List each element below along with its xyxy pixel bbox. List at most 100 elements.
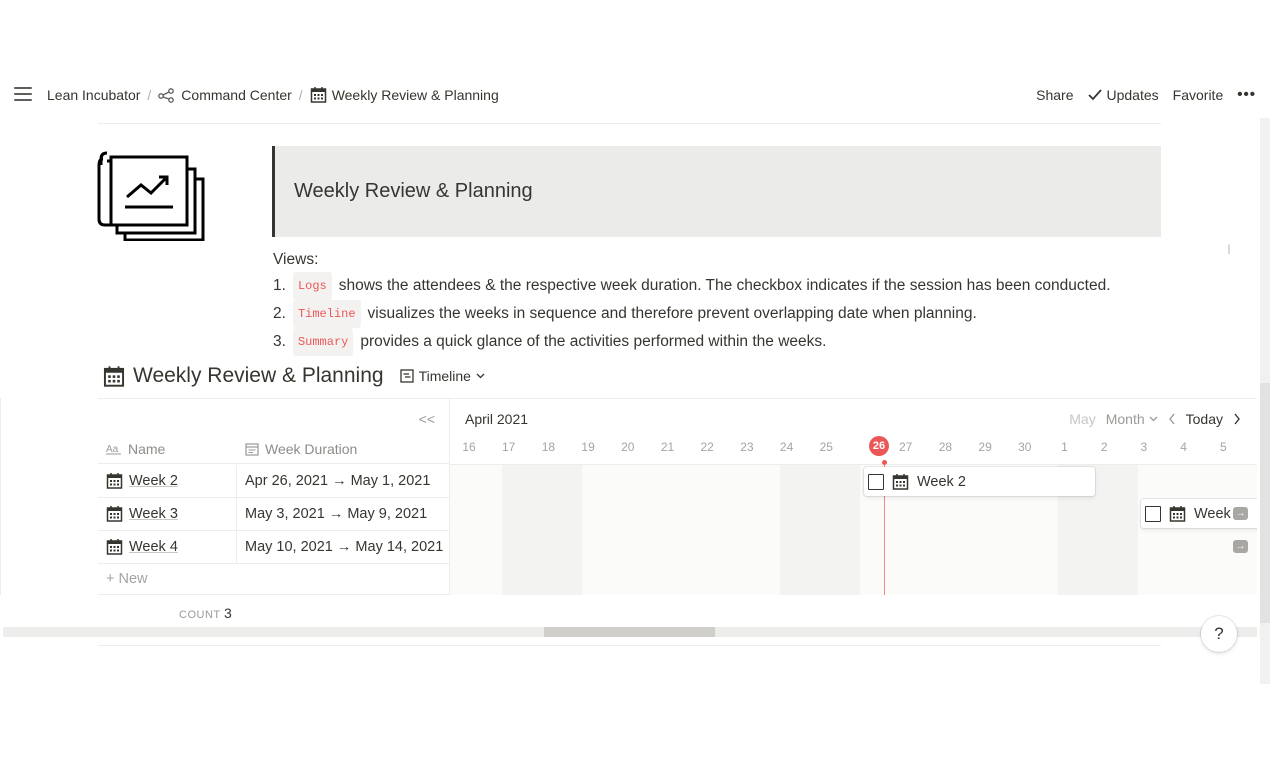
row-name-label: Week 3 (129, 505, 178, 522)
scale-selector[interactable]: Month (1106, 411, 1158, 427)
card-label: Week 2 (917, 473, 966, 490)
month-label: April 2021 (465, 411, 529, 427)
day-label: 21 (660, 440, 675, 454)
horizontal-scrollbar[interactable] (3, 627, 1257, 637)
scrollbar-thumb[interactable] (1260, 383, 1270, 623)
count-value: 3 (223, 605, 233, 621)
add-new-row-button[interactable]: + New (106, 571, 148, 587)
updates-button[interactable]: Updates (1087, 86, 1159, 103)
timeline-view-icon (399, 369, 414, 383)
breadcrumb-item-lean-incubator[interactable]: Lean Incubator (47, 87, 140, 103)
timeline-view[interactable]: April 2021 May Month Today 16 17 18 19 20 21 2… (450, 398, 1257, 595)
scale-label: Month (1105, 411, 1145, 427)
timeline-card-week-2[interactable]: Week 2 (864, 467, 1095, 496)
column-label: Week Duration (265, 441, 358, 457)
day-label: 30 (1018, 440, 1032, 454)
menu-icon[interactable] (14, 87, 32, 101)
svg-text:Aa: Aa (106, 444, 119, 455)
calendar-icon (103, 366, 125, 387)
breadcrumb-label: Lean Incubator (47, 86, 141, 103)
list-item: 2. Timeline visualizes the weeks in sequen… (273, 300, 1111, 328)
timeline-controls: May Month Today (1069, 411, 1241, 427)
day-label: 29 (978, 440, 992, 454)
analytics-document-icon (97, 151, 205, 241)
help-button[interactable]: ? (1201, 616, 1237, 652)
scrollbar-thumb[interactable] (544, 627, 715, 637)
row-duration[interactable]: May 10, 2021 → May 14, 2021 (245, 539, 443, 555)
chevron-right-icon[interactable] (1233, 413, 1241, 425)
day-label: 20 (621, 440, 635, 454)
database-title[interactable]: Weekly Review & Planning (133, 364, 384, 388)
day-label: 22 (700, 440, 714, 454)
row-name[interactable]: Week 3 (106, 505, 178, 522)
today-button[interactable]: Today (1186, 411, 1223, 427)
cell-divider (236, 498, 237, 531)
row-duration[interactable]: May 3, 2021 → May 9, 2021 (245, 506, 427, 522)
day-label: 2 (1100, 440, 1108, 454)
views-heading: Views: (273, 251, 319, 268)
text-cursor-icon: I (1227, 241, 1231, 257)
list-text: shows the attendees & the respective wee… (338, 277, 1111, 294)
day-label: 27 (899, 440, 913, 454)
breadcrumb-separator: / (147, 86, 152, 103)
calendar-icon (1169, 506, 1186, 522)
collapse-table-button[interactable]: << (419, 411, 435, 427)
column-header-duration[interactable]: Week Duration (245, 441, 357, 457)
share-button[interactable]: Share (1036, 87, 1073, 103)
view-selector[interactable]: Timeline (399, 368, 485, 384)
timeline-table: << Aa Name Week Duration Week 2 Apr 26, … (98, 398, 450, 595)
breadcrumb-item-weekly-review[interactable]: Weekly Review & Planning (310, 86, 499, 103)
more-options-icon[interactable]: ••• (1237, 86, 1256, 103)
row-name-label: Week 4 (129, 538, 178, 555)
checkbox[interactable] (1145, 505, 1161, 522)
day-label: 1 (1061, 440, 1068, 454)
arrow-right-icon[interactable]: → (1233, 507, 1248, 520)
count-summary[interactable]: COUNT 3 (179, 605, 232, 621)
table-row[interactable]: Week 4 May 10, 2021 → May 14, 2021 (98, 531, 450, 564)
breadcrumb-label: Weekly Review & Planning (331, 86, 499, 103)
list-text: visualizes the weeks in sequence and the… (367, 305, 977, 322)
day-label: 24 (779, 440, 794, 454)
views-description: Views: 1. Logs shows the attendees & the r… (273, 248, 1111, 356)
checkmark-icon (1087, 88, 1102, 100)
list-item: 1. Logs shows the attendees & the respecti… (273, 272, 1111, 300)
list-number: 1. (273, 277, 286, 294)
divider (450, 464, 1257, 465)
day-label: 23 (740, 440, 754, 454)
row-name[interactable]: Week 2 (106, 472, 178, 489)
vertical-scrollbar[interactable] (1260, 118, 1270, 684)
row-name[interactable]: Week 4 (106, 538, 178, 555)
day-label: 17 (502, 440, 516, 454)
checkbox[interactable] (868, 473, 884, 490)
day-label: 28 (938, 440, 953, 454)
chevron-left-icon[interactable] (1168, 413, 1176, 425)
top-bar: Lean Incubator / Command Center / Weekly… (0, 80, 1270, 110)
list-text: provides a quick glance of the activitie… (360, 333, 827, 350)
day-label: 16 (462, 440, 476, 454)
view-name: Timeline (418, 368, 471, 384)
list-number: 2. (273, 305, 286, 322)
table-row[interactable]: Week 2 Apr 26, 2021 → May 1, 2021 (98, 465, 450, 498)
row-duration[interactable]: Apr 26, 2021 → May 1, 2021 (245, 473, 430, 489)
date-property-icon (245, 443, 259, 456)
favorite-button[interactable]: Favorite (1173, 87, 1224, 103)
column-header-name[interactable]: Aa Name (106, 441, 165, 457)
breadcrumb-item-command-center[interactable]: Command Center (158, 87, 292, 103)
calendar-icon (310, 87, 326, 103)
divider (98, 123, 1161, 124)
breadcrumb-label: Command Center (181, 86, 292, 103)
table-header: Aa Name Week Duration (98, 436, 450, 464)
arrow-right-icon[interactable]: → (1233, 540, 1248, 553)
cell-divider (236, 531, 237, 564)
inline-code: Summary (292, 328, 354, 356)
row-name-label: Week 2 (129, 472, 178, 489)
topbar-actions: Share Updates Favorite ••• (1036, 86, 1256, 103)
inline-code: Timeline (292, 300, 361, 328)
day-label: 4 (1180, 440, 1187, 454)
table-row[interactable]: Week 3 May 3, 2021 → May 9, 2021 (98, 498, 450, 531)
updates-label: Updates (1106, 86, 1159, 103)
today-marker: 26 (869, 436, 889, 456)
calendar-icon (892, 474, 909, 490)
chevron-down-icon (1149, 416, 1158, 422)
weekend-shading (780, 465, 860, 595)
